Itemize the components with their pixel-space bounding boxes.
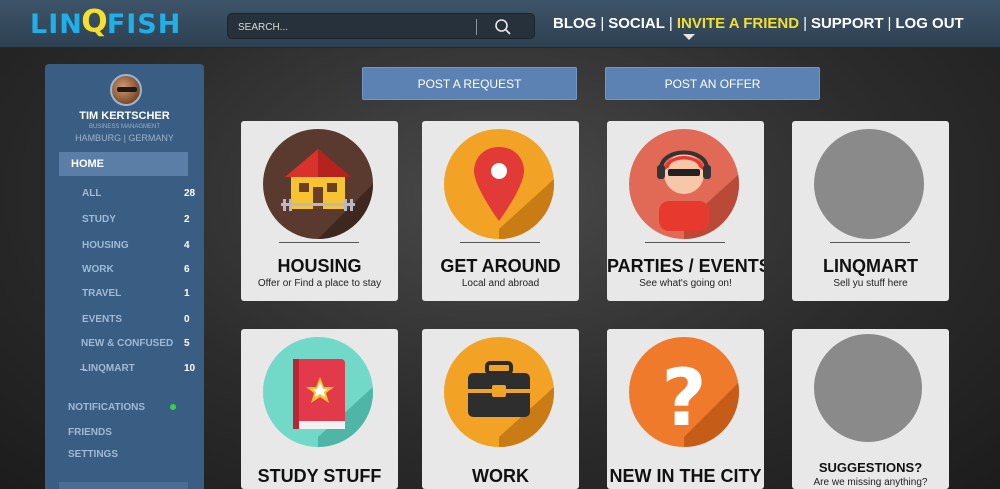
nav-invite-a-friend[interactable]: INVITE A FRIEND (677, 15, 799, 32)
logo-text-left: LIN (30, 9, 83, 40)
sidebar-item-settings[interactable]: SETTINGS (68, 449, 118, 460)
card-title: PARTIES / EVENTS (607, 256, 764, 276)
dj-icon (629, 129, 739, 239)
house-icon (263, 129, 373, 239)
sidebar-count-linqmart: 10 (184, 363, 196, 374)
card-title: STUDY STUFF (257, 466, 382, 486)
sidebar-item-new-and-confused[interactable]: NEW & CONFUSED (81, 338, 173, 349)
user-location: HAMBURG | GERMANY (75, 133, 174, 143)
avatar-sunglasses (117, 87, 137, 92)
logo-text-right: FISH (106, 9, 182, 40)
sidebar-item-linqmart[interactable]: LINQMART (82, 363, 135, 374)
nav-support[interactable]: SUPPORT (811, 15, 884, 32)
card-description: Sell yu stuff here (833, 278, 908, 289)
logo-text-q: Q (81, 3, 109, 40)
sidebar-item-housing[interactable]: HOUSING (82, 240, 129, 251)
sidebar-item-travel[interactable]: TRAVEL (82, 288, 121, 299)
sidebar: TIM KERTSCHER BUSINESS MANAGMENT HAMBURG… (45, 64, 204, 489)
sidebar-count-travel: 1 (184, 288, 190, 299)
card-divider (830, 242, 910, 243)
search-divider (476, 19, 477, 35)
sidebar-count-all: 28 (184, 188, 196, 199)
card-title: SUGGESTIONS? (818, 460, 923, 475)
post-offer-button[interactable]: POST AN OFFER (605, 67, 820, 100)
question-icon: ? (629, 337, 739, 447)
linqfish-logo[interactable]: LINQFISH (30, 4, 182, 40)
sidebar-count-new-and-confused: 5 (184, 338, 190, 349)
search-input[interactable] (238, 18, 468, 36)
sidebar-count-events: 0 (184, 314, 190, 325)
book-icon (263, 337, 373, 447)
sidebar-count-housing: 4 (184, 240, 190, 251)
sidebar-item-study[interactable]: STUDY (82, 214, 116, 225)
chevron-down-icon (683, 34, 695, 40)
nav-separator: | (600, 15, 605, 32)
card-suggestions[interactable]: SUGGESTIONS? Are we missing anything? (792, 329, 949, 489)
card-title: GET AROUND (440, 256, 561, 276)
main-nav: BLOG | SOCIAL | INVITE A FRIEND | SUPPORT | LOG … (553, 15, 964, 32)
card-description: See what's going on! (639, 278, 732, 289)
placeholder-icon (814, 129, 924, 239)
card-housing[interactable]: HOUSING Offer or Find a place to stay (241, 121, 398, 301)
nav-separator: | (803, 15, 807, 32)
card-linqmart[interactable]: LINQMART Sell yu stuff here (792, 121, 949, 301)
sidebar-item-work[interactable]: WORK (82, 264, 114, 275)
card-description: Offer or Find a place to stay (257, 278, 382, 289)
card-divider (279, 242, 359, 243)
post-request-button[interactable]: POST A REQUEST (362, 67, 577, 100)
nav-social[interactable]: SOCIAL (608, 15, 665, 32)
sidebar-item-events[interactable]: EVENTS (82, 314, 122, 325)
sidebar-item-notifications[interactable]: NOTIFICATIONS (68, 402, 145, 413)
notification-status-dot (170, 404, 176, 410)
card-title: HOUSING (277, 256, 362, 276)
avatar[interactable] (110, 74, 142, 106)
map-pin-icon (444, 129, 554, 239)
search-bar (227, 13, 535, 39)
card-divider (460, 242, 540, 243)
user-name: TIM KERTSCHER (79, 110, 170, 122)
card-get-around[interactable]: GET AROUND Local and abroad (422, 121, 579, 301)
card-divider (645, 242, 725, 243)
briefcase-icon (444, 337, 554, 447)
nav-separator: | (887, 15, 892, 32)
card-title: WORK (472, 466, 529, 486)
nav-log-out[interactable]: LOG OUT (895, 15, 963, 32)
card-parties-events[interactable]: PARTIES / EVENTS See what's going on! (607, 121, 764, 301)
sidebar-bottom-bar (59, 482, 188, 489)
sidebar-count-work: 6 (184, 264, 190, 275)
svg-text:?: ? (661, 354, 706, 444)
nav-separator: | (668, 15, 673, 32)
card-description: Local and abroad (461, 278, 540, 289)
sidebar-item-home[interactable]: HOME (59, 152, 188, 176)
card-title: NEW IN THE CITY (609, 466, 762, 486)
sidebar-count-study: 2 (184, 214, 190, 225)
user-role: BUSINESS MANAGMENT (88, 124, 160, 130)
sidebar-item-friends[interactable]: FRIENDS (68, 427, 112, 438)
card-description: Are we missing anything? (813, 477, 928, 488)
card-new-in-the-city[interactable]: ? NEW IN THE CITY (607, 329, 764, 489)
search-icon[interactable] (494, 18, 512, 36)
placeholder-icon (814, 334, 922, 442)
card-work[interactable]: WORK (422, 329, 579, 489)
card-study-stuff[interactable]: STUDY STUFF (241, 329, 398, 489)
top-navigation-bar: LINQFISH BLOG|SOCIAL|INVITE A FRIEND|SUP… (0, 0, 1000, 48)
nav-blog[interactable]: BLOG (553, 15, 596, 32)
sidebar-divider (80, 369, 86, 370)
sidebar-item-all[interactable]: ALL (82, 188, 101, 199)
card-title: LINQMART (823, 256, 918, 276)
